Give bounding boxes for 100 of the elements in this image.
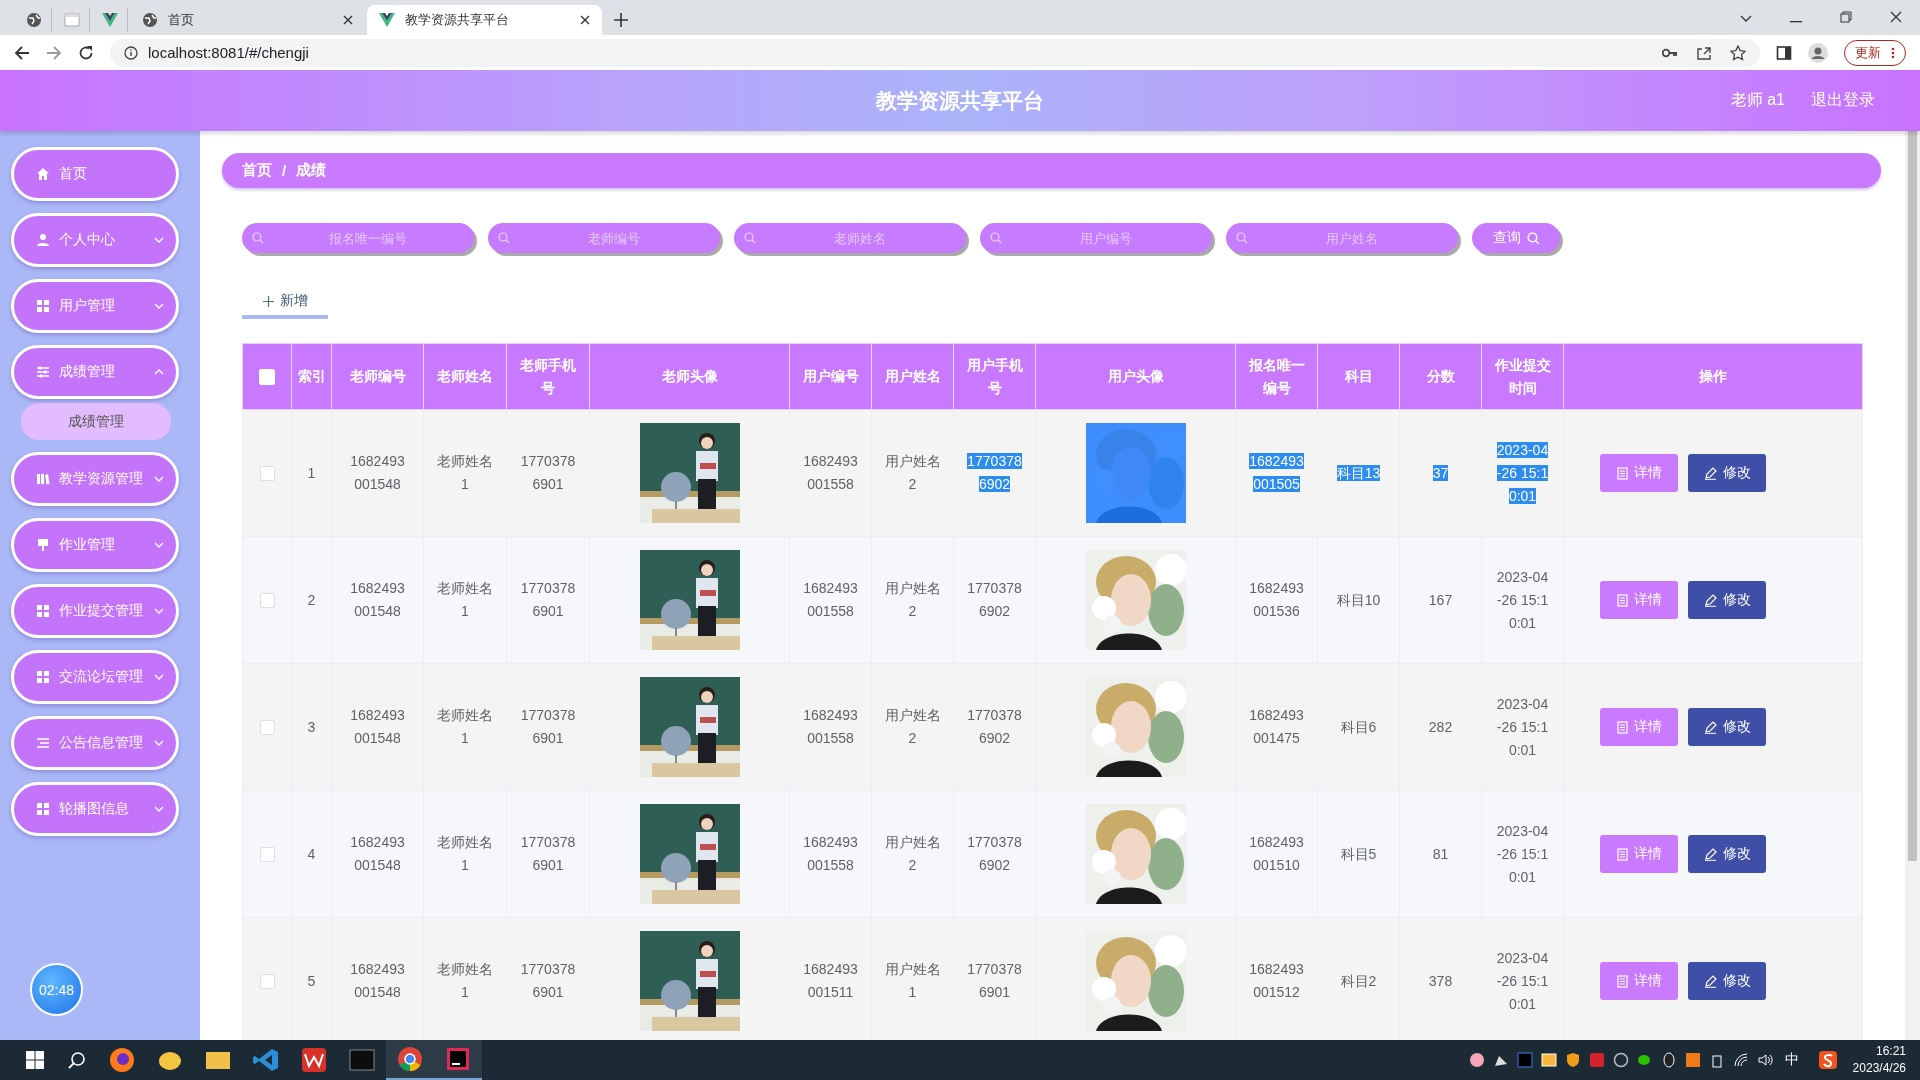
table-cell-text: 1 bbox=[306, 463, 317, 483]
sidebar-item[interactable]: 个人中心 bbox=[11, 213, 179, 267]
table-cell-text: 1682493001558 bbox=[802, 579, 859, 621]
table-cell-text: 37 bbox=[1431, 463, 1450, 483]
sidebar-item[interactable]: 轮播图信息 bbox=[11, 782, 179, 836]
star-icon[interactable] bbox=[1730, 44, 1746, 61]
sidebar-item[interactable]: 首页 bbox=[11, 147, 179, 201]
profile-icon[interactable] bbox=[1808, 42, 1828, 63]
breadcrumb-item[interactable]: 成绩 bbox=[296, 161, 327, 180]
detail-button[interactable]: 详情 bbox=[1600, 835, 1678, 873]
key-icon[interactable] bbox=[1662, 47, 1678, 58]
table-cell-text: 用户姓名2 bbox=[884, 452, 941, 494]
detail-button[interactable]: 详情 bbox=[1600, 962, 1678, 1000]
sidebar-item[interactable]: 公告信息管理 bbox=[11, 716, 179, 770]
search-field[interactable]: 老师编号 bbox=[488, 223, 720, 253]
sidebar-item[interactable]: 用户管理 bbox=[11, 279, 179, 333]
column-header: 用户头像 bbox=[1106, 367, 1165, 386]
chevron-down-icon[interactable] bbox=[1740, 15, 1752, 23]
minimize-icon[interactable] bbox=[1790, 21, 1802, 23]
detail-button[interactable]: 详情 bbox=[1600, 708, 1678, 746]
detail-button[interactable]: 详情 bbox=[1600, 454, 1678, 492]
edit-button[interactable]: 修改 bbox=[1688, 835, 1766, 873]
table-cell-text: 2023-04-26 15:10:01 bbox=[1495, 440, 1550, 506]
table-cell-text: 科目6 bbox=[1339, 717, 1378, 737]
table-cell-text: 用户姓名2 bbox=[884, 833, 941, 875]
more-icon bbox=[1891, 46, 1895, 59]
row-checkbox[interactable] bbox=[259, 847, 275, 863]
detail-button[interactable]: 详情 bbox=[1600, 581, 1678, 619]
chevron-icon bbox=[154, 476, 164, 482]
back-icon[interactable] bbox=[14, 44, 30, 61]
search-icon bbox=[252, 232, 264, 244]
search-icon bbox=[744, 232, 756, 244]
share-icon[interactable] bbox=[1696, 44, 1712, 61]
table-cell-text: 17703786902 bbox=[966, 452, 1023, 494]
breadcrumb-item[interactable]: 首页 bbox=[242, 161, 272, 180]
restore-icon[interactable] bbox=[1840, 11, 1852, 23]
globe-icon bbox=[142, 12, 158, 28]
edit-button[interactable]: 修改 bbox=[1688, 962, 1766, 1000]
logout-link[interactable]: 退出登录 bbox=[1811, 90, 1875, 111]
sidebar-item[interactable]: 作业提交管理 bbox=[11, 584, 179, 638]
sidebar-icon[interactable] bbox=[1776, 44, 1792, 61]
pin-icon bbox=[36, 538, 50, 552]
table-cell-text: 167 bbox=[1427, 590, 1454, 610]
input-method-indicator[interactable]: 中 bbox=[1784, 1051, 1799, 1069]
close-icon[interactable] bbox=[1890, 11, 1902, 23]
row-checkbox[interactable] bbox=[259, 593, 275, 609]
taskbar-app-icon[interactable] bbox=[434, 1040, 482, 1080]
sidebar-subitem[interactable]: 成绩管理 bbox=[21, 403, 171, 440]
breadcrumb-separator: / bbox=[282, 162, 287, 179]
query-button[interactable]: 查询 bbox=[1472, 223, 1560, 253]
sidebar-item[interactable]: 教学资源管理 bbox=[11, 452, 179, 506]
select-all-checkbox[interactable] bbox=[259, 369, 275, 386]
column-header: 用户姓名 bbox=[884, 367, 941, 386]
chevron-icon bbox=[154, 542, 164, 548]
taskbar-app-icon[interactable] bbox=[386, 1040, 434, 1080]
grid-icon bbox=[36, 299, 50, 313]
search-icon bbox=[498, 232, 510, 244]
search-field[interactable]: 用户编号 bbox=[980, 223, 1212, 253]
table-cell-text: 17703786901 bbox=[519, 706, 577, 748]
column-header: 作业提交时间 bbox=[1494, 355, 1551, 398]
reload-icon[interactable] bbox=[78, 44, 94, 61]
edit-button[interactable]: 修改 bbox=[1688, 581, 1766, 619]
pen-icon bbox=[1703, 720, 1717, 734]
table-cell-text: 2023-04-26 15:10:01 bbox=[1495, 821, 1550, 887]
table-cell-text: 1682493001512 bbox=[1248, 960, 1305, 1002]
table-cell-text: 1682493001548 bbox=[349, 452, 406, 494]
row-checkbox[interactable] bbox=[259, 466, 275, 482]
table-cell-text: 81 bbox=[1431, 844, 1450, 864]
browser-tab[interactable]: 首页 bbox=[130, 5, 365, 35]
edit-button[interactable]: 修改 bbox=[1688, 708, 1766, 746]
table-cell-text: 17703786901 bbox=[519, 960, 577, 1002]
update-button[interactable]: 更新 bbox=[1844, 39, 1906, 66]
search-field[interactable]: 老师姓名 bbox=[734, 223, 966, 253]
forward-icon[interactable] bbox=[46, 44, 62, 61]
row-checkbox[interactable] bbox=[259, 720, 275, 736]
pen-icon bbox=[1703, 974, 1717, 988]
sidebar-item[interactable]: 作业管理 bbox=[11, 518, 179, 572]
scrollbar[interactable] bbox=[1905, 131, 1920, 1040]
table-cell-text: 1682493001548 bbox=[349, 960, 406, 1002]
document-icon bbox=[1616, 974, 1628, 988]
sogou-icon[interactable] bbox=[1818, 1051, 1837, 1069]
windows-start-icon[interactable] bbox=[26, 1051, 44, 1069]
close-icon[interactable] bbox=[580, 15, 590, 25]
search-field[interactable]: 用户姓名 bbox=[1226, 223, 1458, 253]
edit-button[interactable]: 修改 bbox=[1688, 454, 1766, 492]
new-tab-icon[interactable] bbox=[614, 13, 628, 27]
close-icon[interactable] bbox=[343, 15, 353, 25]
address-field[interactable]: localhost:8081/#/chengji bbox=[110, 38, 1760, 67]
sidebar-item[interactable]: 交流论坛管理 bbox=[11, 650, 179, 704]
search-icon[interactable] bbox=[68, 1051, 86, 1069]
table-cell-text: 1682493001511 bbox=[802, 960, 859, 1002]
add-tab[interactable]: 新增 bbox=[242, 287, 328, 319]
taskbar-time: 16:21 bbox=[1875, 1043, 1906, 1060]
sidebar-item[interactable]: 成绩管理 bbox=[11, 345, 179, 399]
column-header: 用户手机号 bbox=[966, 355, 1023, 398]
vue-logo-icon bbox=[379, 13, 395, 27]
row-checkbox[interactable] bbox=[259, 974, 275, 990]
table-cell-text: 科目13 bbox=[1335, 463, 1382, 483]
browser-tab[interactable]: 教学资源共享平台 bbox=[367, 5, 602, 35]
table-cell-text: 1682493001505 bbox=[1248, 452, 1305, 494]
